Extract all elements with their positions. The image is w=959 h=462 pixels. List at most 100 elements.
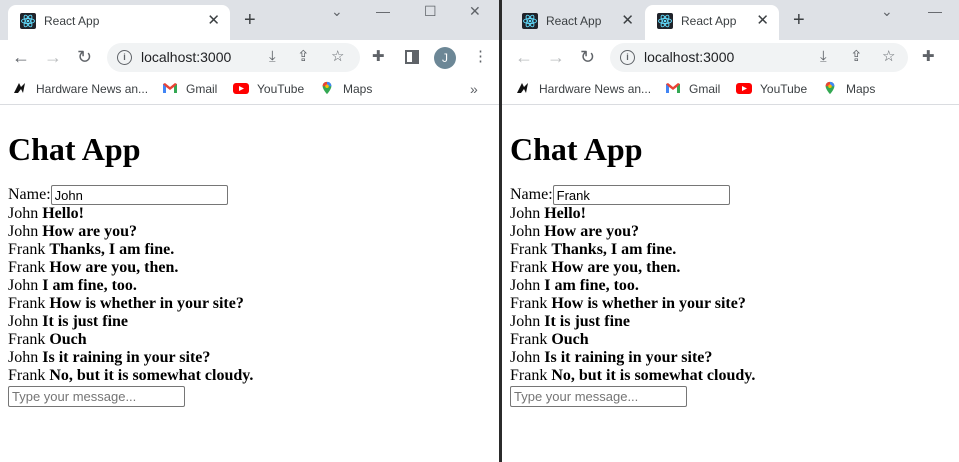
- bookmark-label: Hardware News an...: [539, 82, 652, 96]
- youtube-icon: [736, 83, 752, 94]
- youtube-icon: [233, 83, 249, 94]
- message-list: John Hello! John How are you? Frank Than…: [8, 205, 499, 385]
- bookmarks-bar: Hardware News an... Gmail YouTube Maps: [502, 75, 959, 105]
- name-input[interactable]: [50, 185, 228, 205]
- message-row: Frank Thanks, I am fine.: [8, 241, 499, 259]
- extensions-icon[interactable]: ✚: [922, 49, 935, 65]
- tab-close-icon[interactable]: ✕: [621, 12, 634, 30]
- name-label: Name:: [8, 186, 51, 203]
- back-button[interactable]: ←: [515, 47, 533, 67]
- message-text: Is it raining in your site?: [544, 349, 713, 366]
- bookmark-label: YouTube: [257, 82, 305, 96]
- new-tab-button[interactable]: +: [793, 10, 805, 30]
- tab-react-app[interactable]: React App ✕: [8, 5, 230, 40]
- name-row: Name:: [8, 185, 499, 205]
- bookmark-label: Maps: [343, 82, 373, 96]
- message-user: John: [8, 277, 39, 294]
- url-text: localhost:3000: [141, 49, 232, 65]
- minimize-button[interactable]: —: [376, 3, 390, 19]
- message-user: Frank: [510, 295, 548, 312]
- new-tab-button[interactable]: +: [244, 10, 256, 30]
- message-user: Frank: [510, 241, 548, 258]
- message-user: Frank: [8, 367, 46, 384]
- message-user: John: [8, 223, 39, 240]
- gmail-icon: [163, 83, 177, 93]
- page-content: Chat App Name: John Hello! John How are …: [0, 106, 499, 462]
- message-row: John I am fine, too.: [510, 277, 959, 295]
- message-user: Frank: [8, 331, 46, 348]
- message-input[interactable]: [510, 386, 687, 407]
- message-row: John It is just fine: [510, 313, 959, 331]
- bookmark-star-icon[interactable]: ☆: [882, 48, 895, 66]
- tab-react-app-inactive[interactable]: React App ✕: [510, 5, 644, 40]
- react-icon: [20, 13, 36, 29]
- back-button[interactable]: ←: [12, 47, 30, 67]
- bookmark-maps[interactable]: Maps: [319, 81, 372, 97]
- message-text: How is whether in your site?: [551, 295, 746, 312]
- tab-search-icon[interactable]: ⌄: [331, 3, 343, 19]
- reload-button[interactable]: ↻: [77, 47, 92, 67]
- forward-button[interactable]: →: [547, 47, 565, 67]
- minimize-button[interactable]: —: [928, 3, 942, 19]
- bookmark-gmail[interactable]: Gmail: [665, 81, 720, 97]
- maximize-button[interactable]: ☐: [424, 3, 437, 19]
- tab-close-icon[interactable]: ✕: [207, 12, 220, 30]
- message-row: Frank Ouch: [8, 331, 499, 349]
- tab-close-icon[interactable]: ✕: [756, 12, 769, 30]
- forward-button[interactable]: →: [44, 47, 62, 67]
- message-text: It is just fine: [42, 313, 129, 330]
- message-user: John: [8, 205, 39, 222]
- message-text: Hello!: [42, 205, 84, 222]
- message-user: Frank: [510, 367, 548, 384]
- tab-strip: React App ✕ + ⌄ — ☐ ✕: [0, 0, 499, 40]
- address-bar[interactable]: i localhost:3000 ⤓ ⇪ ☆: [107, 43, 360, 72]
- bookmark-youtube[interactable]: YouTube: [736, 81, 807, 97]
- menu-icon[interactable]: ⋮: [473, 49, 488, 65]
- share-icon[interactable]: ⇪: [297, 48, 310, 66]
- name-input[interactable]: [552, 185, 730, 205]
- message-text: Is it raining in your site?: [42, 349, 211, 366]
- hardware-news-icon: [517, 83, 528, 93]
- bookmark-star-icon[interactable]: ☆: [331, 48, 344, 66]
- reload-button[interactable]: ↻: [580, 47, 595, 67]
- bookmark-youtube[interactable]: YouTube: [233, 81, 304, 97]
- address-bar[interactable]: i localhost:3000 ⤓ ⇪ ☆: [610, 43, 908, 72]
- site-info-icon[interactable]: i: [620, 50, 635, 65]
- window-close-button[interactable]: ✕: [469, 3, 481, 19]
- bookmark-hardware-news[interactable]: Hardware News an...: [12, 81, 148, 97]
- bookmark-label: YouTube: [760, 82, 808, 96]
- message-text: It is just fine: [544, 313, 631, 330]
- browser-window-john: React App ✕ + ⌄ — ☐ ✕ ← → ↻ i localhost:…: [0, 0, 499, 462]
- more-bookmarks-button[interactable]: »: [470, 81, 478, 97]
- message-text: Ouch: [49, 331, 87, 348]
- message-row: John Hello!: [8, 205, 499, 223]
- maps-icon: [825, 81, 835, 95]
- tab-react-app-active[interactable]: React App ✕: [645, 5, 779, 40]
- message-user: John: [510, 313, 541, 330]
- tab-search-icon[interactable]: ⌄: [881, 3, 893, 19]
- side-panel-icon[interactable]: [405, 50, 419, 64]
- install-icon[interactable]: ⤓: [269, 48, 276, 66]
- install-icon[interactable]: ⤓: [820, 48, 827, 66]
- bookmark-gmail[interactable]: Gmail: [162, 81, 217, 97]
- browser-toolbar: ← → ↻ i localhost:3000 ⤓ ⇪ ☆ ✚: [502, 40, 959, 75]
- message-row: John Hello!: [510, 205, 959, 223]
- message-row: John It is just fine: [8, 313, 499, 331]
- gmail-icon: [666, 83, 680, 93]
- bookmark-hardware-news[interactable]: Hardware News an...: [515, 81, 651, 97]
- bookmark-label: Gmail: [689, 82, 721, 96]
- name-label: Name:: [510, 186, 553, 203]
- message-user: John: [8, 349, 39, 366]
- message-text: I am fine, too.: [544, 277, 639, 294]
- bookmark-maps[interactable]: Maps: [822, 81, 875, 97]
- extensions-icon[interactable]: ✚: [372, 49, 385, 65]
- share-icon[interactable]: ⇪: [850, 48, 863, 66]
- message-row: John How are you?: [510, 223, 959, 241]
- profile-avatar[interactable]: J: [434, 47, 456, 69]
- message-input[interactable]: [8, 386, 185, 407]
- message-row: Frank How are you, then.: [510, 259, 959, 277]
- message-user: John: [510, 205, 541, 222]
- message-user: Frank: [8, 259, 46, 276]
- site-info-icon[interactable]: i: [117, 50, 132, 65]
- message-row: Frank How is whether in your site?: [510, 295, 959, 313]
